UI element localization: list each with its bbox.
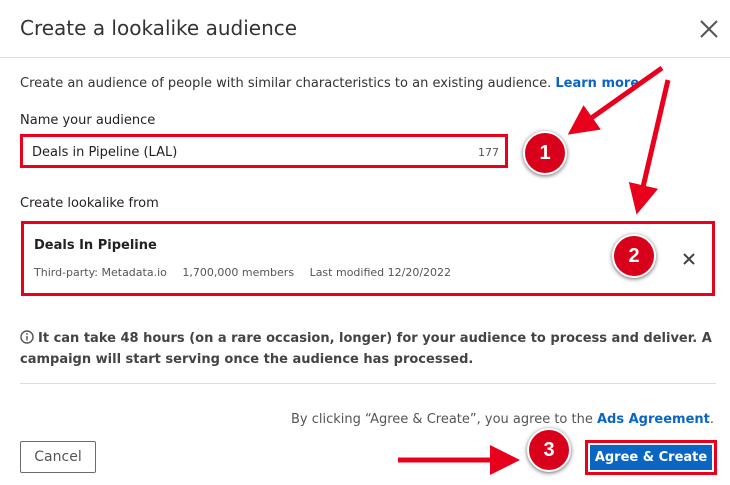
ads-agreement-link[interactable]: Ads Agreement: [597, 412, 710, 427]
info-icon: [20, 330, 34, 344]
step-badge-3: 3: [527, 428, 571, 472]
source-modified: Last modified 12/20/2022: [309, 266, 452, 279]
source-audience-card: Deals In Pipeline Third-party: Metadata.…: [21, 221, 715, 296]
dialog-header: Create a lookalike audience: [0, 0, 730, 58]
processing-info: It can take 48 hours (on a rare occasion…: [20, 328, 720, 370]
close-icon[interactable]: [696, 16, 722, 42]
step-badge-1: 1: [523, 131, 567, 175]
cancel-button[interactable]: Cancel: [20, 441, 96, 473]
arrow-to-source-card: [628, 79, 671, 215]
source-members: 1,700,000 members: [182, 266, 295, 279]
info-text: It can take 48 hours (on a rare occasion…: [20, 331, 712, 367]
audience-name-input[interactable]: Deals in Pipeline (LAL) 177: [20, 134, 508, 168]
source-label: Create lookalike from: [20, 196, 159, 211]
remove-source-icon[interactable]: [680, 250, 698, 268]
learn-more-link[interactable]: Learn more: [555, 76, 639, 91]
footer-divider: [20, 383, 716, 384]
source-type: Third-party: Metadata.io: [34, 266, 167, 279]
audience-name-value[interactable]: Deals in Pipeline (LAL): [32, 145, 177, 160]
source-audience-meta: Third-party: Metadata.io 1,700,000 membe…: [34, 266, 463, 279]
dialog-title: Create a lookalike audience: [20, 16, 298, 40]
create-button-highlight: Agree & Create: [585, 440, 717, 475]
source-audience-title: Deals In Pipeline: [34, 238, 157, 253]
agreement-prefix: By clicking “Agree & Create”, you agree …: [291, 412, 593, 427]
intro-description: Create an audience of people with simila…: [20, 76, 552, 91]
step-badge-2: 2: [612, 234, 656, 278]
agree-create-button[interactable]: Agree & Create: [590, 445, 712, 470]
lookalike-audience-dialog: Create a lookalike audience Create an au…: [0, 0, 730, 485]
char-counter: 177: [478, 146, 499, 159]
agreement-text: By clicking “Agree & Create”, you agree …: [291, 412, 714, 427]
name-field-label: Name your audience: [20, 113, 156, 128]
intro-text: Create an audience of people with simila…: [20, 76, 639, 91]
agreement-end: .: [709, 412, 714, 427]
